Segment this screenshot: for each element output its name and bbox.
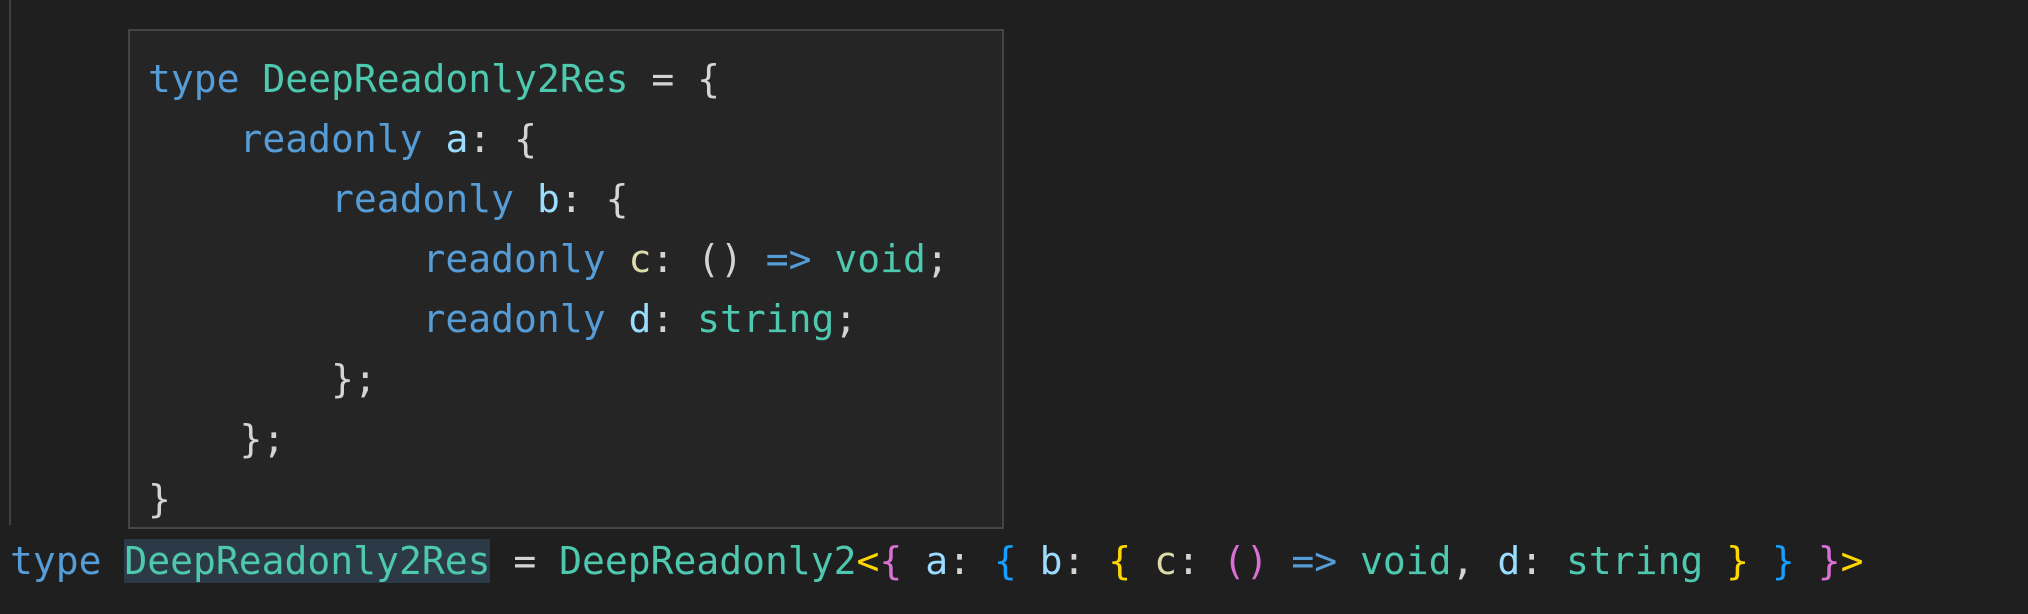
hover-line: }; bbox=[148, 349, 377, 409]
code-token: type bbox=[148, 57, 240, 101]
code-token: void bbox=[834, 237, 926, 281]
code-token: } bbox=[1817, 539, 1841, 583]
code-line-type-alias[interactable]: type DeepReadonly2Res = DeepReadonly2<{ … bbox=[10, 531, 1863, 591]
code-token: : () bbox=[651, 237, 766, 281]
code-token: d bbox=[628, 297, 652, 341]
hover-line: readonly d: string; bbox=[148, 289, 858, 349]
code-token: { bbox=[993, 539, 1017, 583]
code-token: string bbox=[697, 297, 835, 341]
code-token: : bbox=[948, 539, 994, 583]
hover-line: readonly a: { bbox=[148, 109, 537, 169]
code-token: : bbox=[651, 297, 698, 341]
code-token: DeepReadonly2 bbox=[559, 539, 857, 583]
code-token: } bbox=[1771, 539, 1795, 583]
code-token: { bbox=[879, 539, 903, 583]
code-token: : bbox=[1176, 539, 1223, 583]
code-token: : bbox=[1520, 539, 1566, 583]
code-token: } bbox=[148, 477, 171, 521]
code-token: : { bbox=[468, 117, 537, 161]
code-token: }; bbox=[331, 357, 377, 401]
code-token: , bbox=[1451, 539, 1498, 583]
code-token: => bbox=[1291, 539, 1338, 583]
code-token: ; bbox=[834, 297, 858, 341]
hover-line: } bbox=[148, 469, 171, 529]
hover-line: }; bbox=[148, 409, 286, 469]
code-token: type bbox=[10, 539, 102, 583]
code-token: readonly bbox=[422, 297, 606, 341]
highlighted-identifier[interactable]: DeepReadonly2Res bbox=[124, 539, 491, 583]
code-token: d bbox=[1497, 539, 1521, 583]
code-token: readonly bbox=[422, 237, 606, 281]
code-token: c bbox=[1154, 539, 1177, 583]
code-token: c bbox=[628, 237, 652, 281]
code-token: } bbox=[1726, 539, 1750, 583]
code-token: DeepReadonly2Res bbox=[262, 57, 629, 101]
code-token: > bbox=[1840, 539, 1864, 583]
code-token: : bbox=[1062, 539, 1109, 583]
indent-guide bbox=[9, 0, 11, 525]
code-token: b bbox=[1039, 539, 1063, 583]
code-token: readonly bbox=[331, 177, 515, 221]
code-token: void bbox=[1360, 539, 1452, 583]
code-token: = { bbox=[628, 57, 720, 101]
code-token: = bbox=[490, 539, 560, 583]
code-token: b bbox=[536, 177, 560, 221]
code-token: : { bbox=[559, 177, 629, 221]
code-token: string bbox=[1565, 539, 1704, 583]
code-editor[interactable]: type DeepReadonly2Res = { readonly a: { … bbox=[0, 0, 2028, 614]
code-token: { bbox=[1108, 539, 1132, 583]
code-token: ; bbox=[925, 237, 949, 281]
code-token: () bbox=[1222, 539, 1269, 583]
code-token: < bbox=[856, 539, 880, 583]
type-hover-tooltip: type DeepReadonly2Res = { readonly a: { … bbox=[128, 29, 1004, 529]
hover-line: readonly c: () => void; bbox=[148, 229, 949, 289]
code-token: a bbox=[445, 117, 469, 161]
code-token: readonly bbox=[239, 117, 423, 161]
code-token: }; bbox=[239, 417, 286, 461]
code-token: => bbox=[765, 237, 812, 281]
hover-line: readonly b: { bbox=[148, 169, 628, 229]
code-token: a bbox=[925, 539, 949, 583]
hover-line: type DeepReadonly2Res = { bbox=[148, 49, 720, 109]
